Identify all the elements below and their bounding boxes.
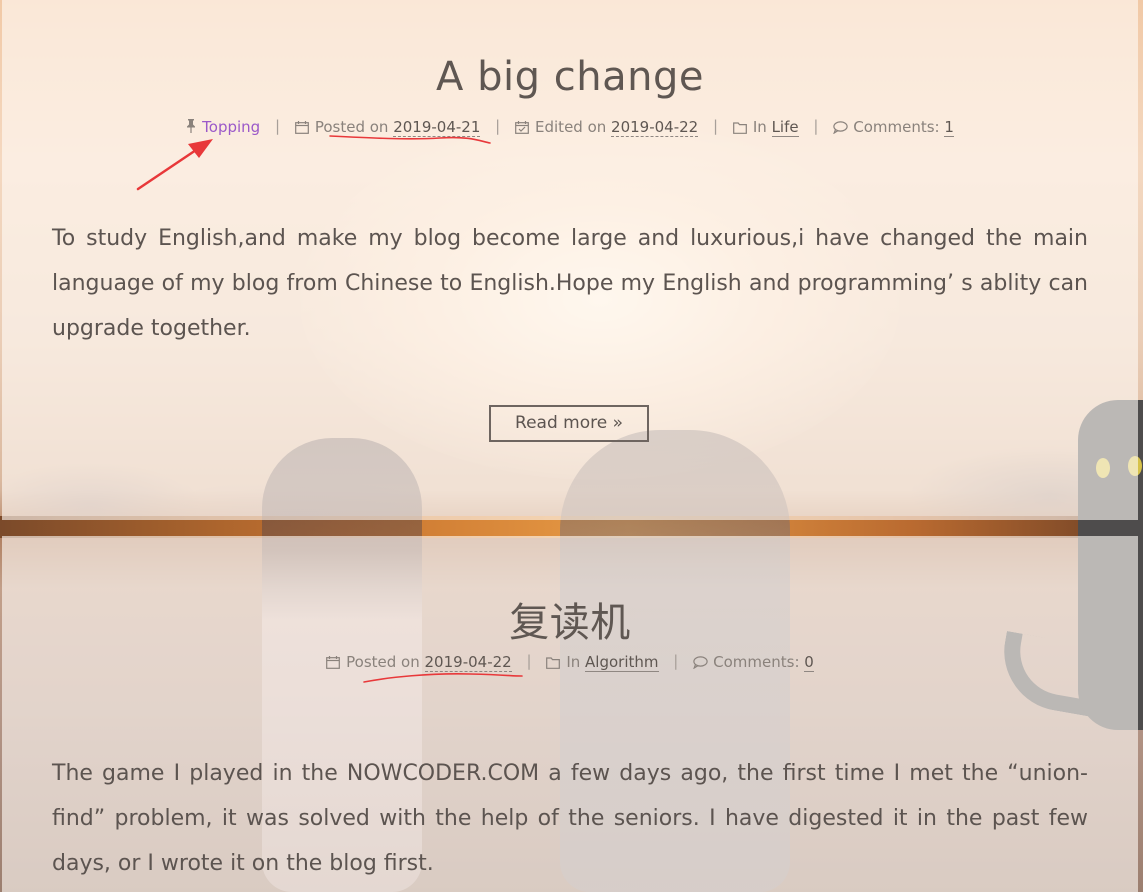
comments-count[interactable]: 1 <box>944 117 954 137</box>
category: In Life <box>732 117 799 137</box>
folder-icon <box>732 120 747 134</box>
meta-divider: | <box>673 652 679 670</box>
posted-date-value[interactable]: 2019-04-21 <box>393 117 481 137</box>
topping-label: Topping <box>202 117 261 136</box>
edited-date-value[interactable]: 2019-04-22 <box>611 117 699 137</box>
meta-divider: | <box>813 117 819 135</box>
category-link[interactable]: Algorithm <box>585 652 659 672</box>
read-more-button[interactable]: Read more » <box>489 405 649 442</box>
calendar-icon <box>326 655 341 669</box>
comments-prefix: Comments: <box>713 652 800 671</box>
meta-divider: | <box>274 117 281 135</box>
posted-prefix: Posted on <box>346 652 420 671</box>
comments-prefix: Comments: <box>853 117 940 136</box>
posted-date-value[interactable]: 2019-04-22 <box>424 652 512 672</box>
post-meta: Topping | Posted on 2019-04-21 | Edited … <box>2 117 1138 137</box>
edited-date: Edited on 2019-04-22 <box>515 117 699 137</box>
post-meta: Posted on 2019-04-22 | In Algorithm | Co… <box>2 652 1138 672</box>
pin-icon <box>186 118 200 136</box>
category: In Algorithm <box>546 652 659 672</box>
posted-prefix: Posted on <box>314 117 389 136</box>
edited-prefix: Edited on <box>535 117 607 136</box>
post-card: 复读机 Posted on 2019-04-22 | In Algorithm … <box>2 536 1138 892</box>
category-prefix: In <box>566 652 581 671</box>
posted-date: Posted on 2019-04-21 <box>294 117 481 137</box>
calendar-check-icon <box>515 120 529 134</box>
posted-date: Posted on 2019-04-22 <box>326 652 512 672</box>
category-link[interactable]: Life <box>771 117 799 137</box>
meta-divider: | <box>526 652 532 670</box>
comments: Comments: 0 <box>693 652 814 672</box>
post-excerpt: To study English,and make my blog become… <box>52 226 1088 341</box>
calendar-icon <box>294 120 309 134</box>
comments: Comments: 1 <box>833 117 954 137</box>
pinned-badge: Topping <box>186 118 260 136</box>
meta-divider: | <box>713 117 719 135</box>
post-title[interactable]: 复读机 <box>2 590 1138 648</box>
comment-icon <box>833 120 848 134</box>
post-title[interactable]: A big change <box>2 54 1138 100</box>
post-excerpt: The game I played in the NOWCODER.COM a … <box>52 761 1088 876</box>
folder-icon <box>546 655 561 669</box>
comments-count[interactable]: 0 <box>804 652 814 672</box>
meta-divider: | <box>495 117 501 135</box>
comment-icon <box>693 655 708 669</box>
category-prefix: In <box>752 117 767 136</box>
post-card: A big change Topping | Posted on 2019-04… <box>2 0 1138 520</box>
